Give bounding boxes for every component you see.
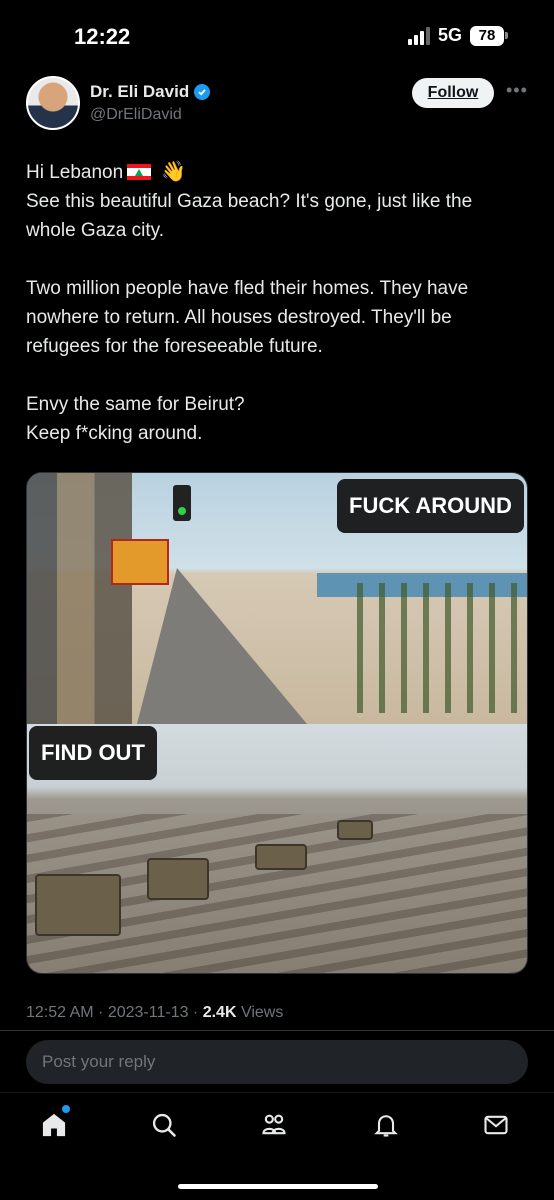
status-bar: 12:22 5G 78 bbox=[0, 0, 554, 70]
views-count[interactable]: 2.4K bbox=[203, 1004, 237, 1021]
home-indicator bbox=[178, 1184, 378, 1189]
tweet-media[interactable]: FUCK AROUND FIND OUT bbox=[26, 472, 528, 974]
signal-icon bbox=[407, 26, 430, 45]
tweet-header: Dr. Eli David @DrEliDavid Follow ••• bbox=[26, 76, 536, 136]
paragraph-2: Two million people have fled their homes… bbox=[26, 278, 469, 357]
reply-input[interactable]: Post your reply bbox=[26, 1040, 528, 1084]
media-bottom-photo: FIND OUT bbox=[27, 724, 527, 973]
messages-icon[interactable] bbox=[482, 1111, 514, 1143]
search-icon[interactable] bbox=[150, 1111, 182, 1143]
tweet-text: Hi Lebanon 👋 See this beautiful Gaza beac… bbox=[26, 158, 526, 448]
avatar[interactable] bbox=[26, 76, 80, 130]
notification-dot bbox=[62, 1105, 70, 1113]
status-indicators: 5G 78 bbox=[407, 25, 508, 46]
tweet-time: 12:52 AM bbox=[26, 1004, 94, 1021]
waving-hand-icon: 👋 bbox=[161, 161, 187, 183]
paragraph-1-line-2: See this beautiful Gaza beach? It's gone… bbox=[26, 191, 473, 241]
notifications-icon[interactable] bbox=[372, 1111, 404, 1143]
paragraph-3-line-2: Keep f*cking around. bbox=[26, 423, 203, 444]
views-label: Views bbox=[240, 1004, 284, 1021]
battery-level: 78 bbox=[470, 25, 504, 46]
communities-icon[interactable] bbox=[260, 1111, 292, 1143]
verified-badge-icon bbox=[194, 84, 211, 100]
tweet-meta: 12:52 AM · 2023-11-13 · 2.4K Views bbox=[26, 1004, 284, 1021]
lebanon-flag-icon bbox=[127, 164, 152, 180]
greeting-line: Hi Lebanon 👋 bbox=[26, 158, 526, 187]
tank bbox=[337, 820, 373, 840]
ellipsis-icon[interactable]: ••• bbox=[506, 80, 528, 101]
media-top-photo: FUCK AROUND bbox=[27, 473, 527, 724]
bulldozer bbox=[147, 858, 209, 900]
top-caption-badge: FUCK AROUND bbox=[337, 479, 524, 533]
traffic-light bbox=[173, 485, 191, 521]
network-label: 5G bbox=[437, 25, 462, 45]
author-handle[interactable]: @DrEliDavid bbox=[90, 106, 182, 124]
follow-button[interactable]: Follow bbox=[412, 78, 494, 108]
paragraph-3: Envy the same for Beirut? Keep f*cking a… bbox=[26, 390, 526, 448]
tank bbox=[255, 844, 307, 870]
author-name-row[interactable]: Dr. Eli David bbox=[90, 82, 211, 102]
divider bbox=[0, 1030, 554, 1031]
tweet-date: 2023-11-13 bbox=[107, 1004, 189, 1021]
paragraph-1: Hi Lebanon 👋 See this beautiful Gaza beac… bbox=[26, 158, 526, 245]
home-icon[interactable] bbox=[40, 1105, 72, 1143]
billboard bbox=[111, 539, 169, 585]
paragraph-3-line-1: Envy the same for Beirut? bbox=[26, 394, 245, 415]
status-time: 12:22 bbox=[74, 24, 131, 49]
battery-icon: 78 bbox=[470, 25, 508, 46]
author-name[interactable]: Dr. Eli David bbox=[90, 82, 189, 102]
bulldozer bbox=[35, 874, 121, 936]
bottom-caption-badge: FIND OUT bbox=[29, 726, 157, 780]
